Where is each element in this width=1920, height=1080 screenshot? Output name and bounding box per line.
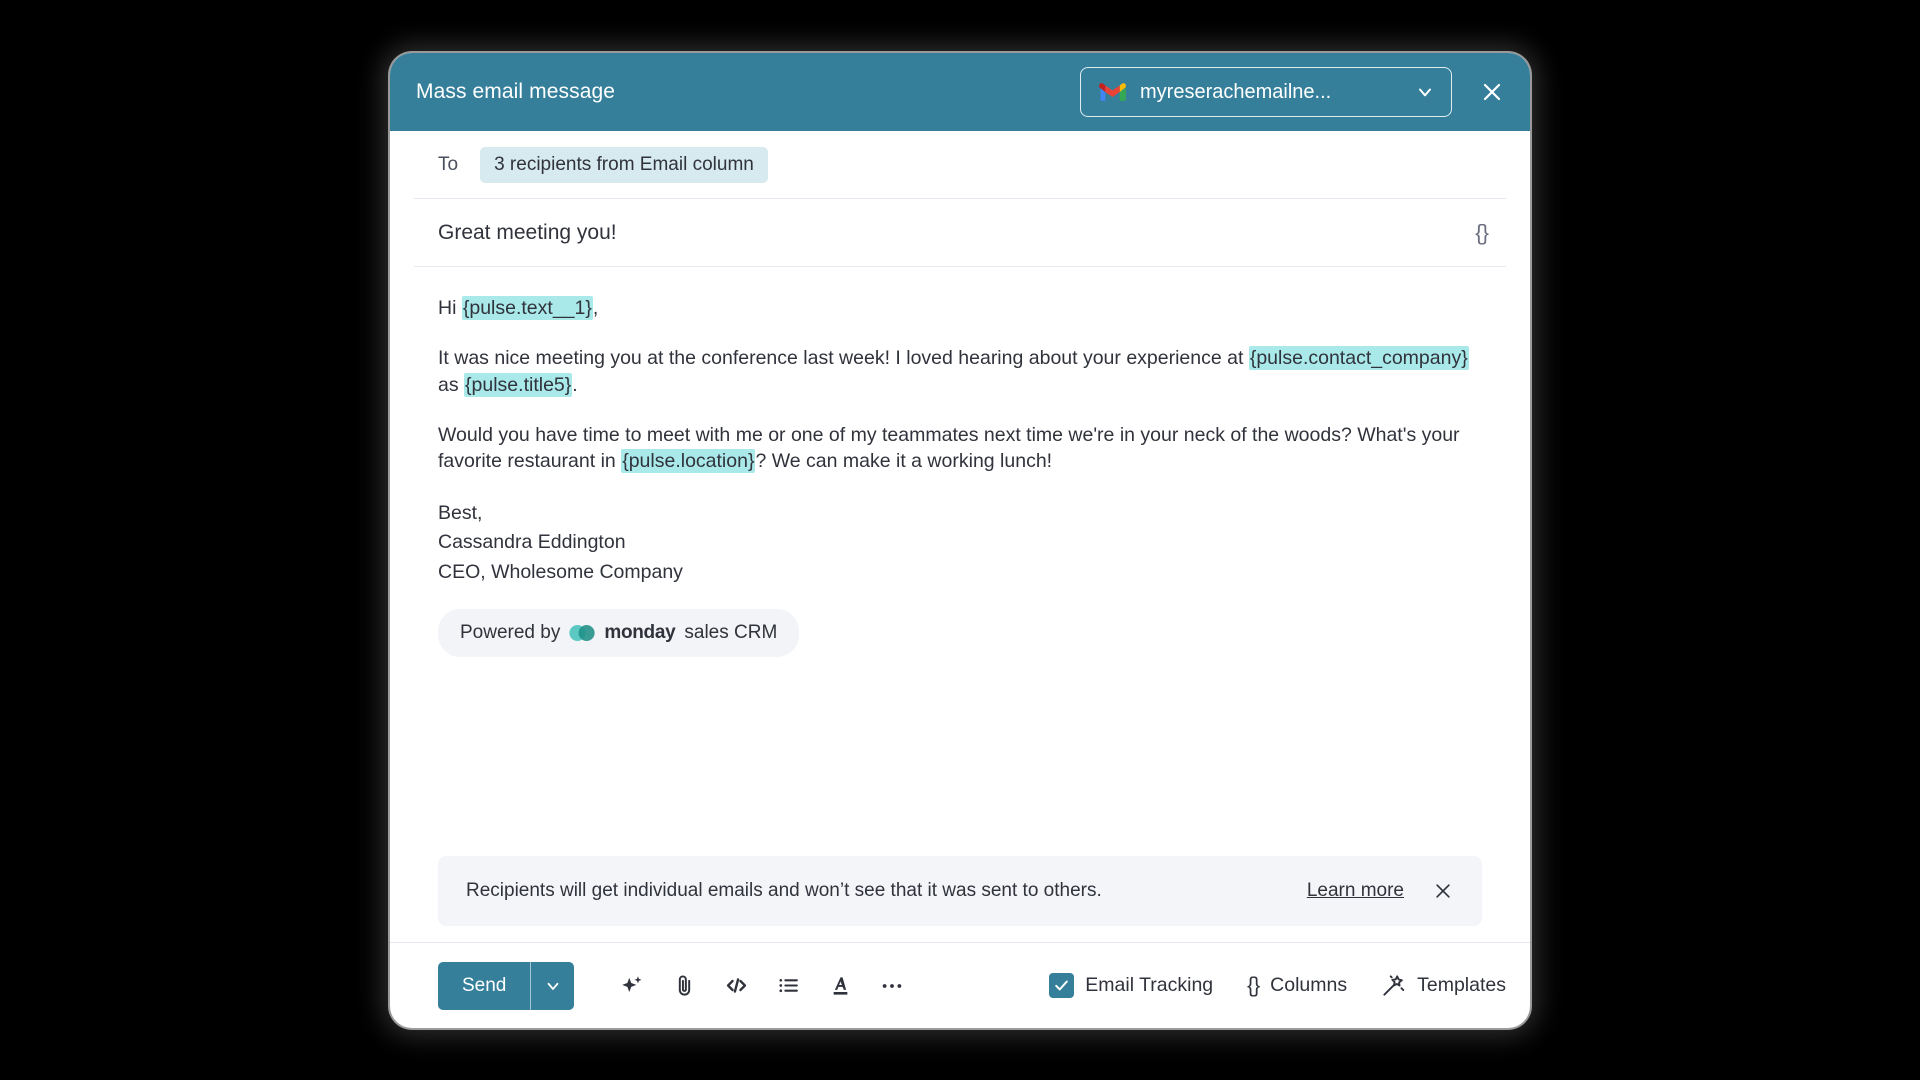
to-label: To [438, 154, 458, 176]
ai-sparkle-icon[interactable] [606, 960, 658, 1012]
notice-text: Recipients will get individual emails an… [466, 880, 1283, 902]
individual-emails-notice: Recipients will get individual emails an… [438, 856, 1482, 926]
account-name: myreserachemailne... [1140, 81, 1401, 104]
merge-placeholder-company[interactable]: {pulse.contact_company} [1249, 346, 1469, 370]
list-glyph [776, 973, 801, 998]
signature-name: Cassandra Eddington [438, 528, 1482, 558]
compose-toolbar: Send [390, 942, 1530, 1028]
subject-merge-tags-icon[interactable]: {} [1465, 216, 1498, 250]
templates-label: Templates [1417, 974, 1506, 997]
attachment-icon[interactable] [658, 960, 710, 1012]
subject-input[interactable]: Great meeting you! [438, 221, 1465, 245]
learn-more-link[interactable]: Learn more [1307, 880, 1404, 902]
to-row: To 3 recipients from Email column [414, 131, 1506, 199]
modal-titlebar: Mass email message myreserachemailne... [390, 53, 1530, 131]
columns-label: Columns [1270, 974, 1347, 997]
email-paragraph-ask: Would you have time to meet with me or o… [438, 422, 1482, 475]
account-selector[interactable]: myreserachemailne... [1080, 67, 1452, 117]
intro-text-2: as [438, 374, 464, 396]
email-tracking-toggle[interactable]: Email Tracking [1049, 973, 1213, 998]
email-body-editor[interactable]: Hi {pulse.text__1}, It was nice meeting … [414, 267, 1506, 856]
columns-button[interactable]: {} Columns [1247, 974, 1347, 998]
checkmark-icon [1053, 977, 1070, 994]
subject-row: Great meeting you! {} [414, 199, 1506, 267]
intro-text-1: It was nice meeting you at the conferenc… [438, 347, 1249, 369]
email-signature: Best, Cassandra Eddington CEO, Wholesome… [438, 499, 1482, 588]
email-paragraph-intro: It was nice meeting you at the conferenc… [438, 345, 1482, 398]
code-glyph [723, 972, 750, 999]
send-options-button[interactable] [530, 962, 574, 1010]
monday-brand: monday [604, 620, 675, 646]
signature-closing: Best, [438, 499, 1482, 529]
notice-container: Recipients will get individual emails an… [390, 856, 1530, 942]
modal-title: Mass email message [416, 80, 615, 104]
email-paragraph-greeting: Hi {pulse.text__1}, [438, 295, 1482, 321]
notice-close-button[interactable] [1428, 876, 1458, 906]
ask-text-2: ? We can make it a working lunch! [755, 450, 1052, 472]
close-icon [1480, 80, 1504, 104]
bullet-list-icon[interactable] [762, 960, 814, 1012]
merge-placeholder-title[interactable]: {pulse.title5} [464, 373, 572, 397]
email-tracking-checkbox[interactable] [1049, 973, 1074, 998]
monday-logo-icon [569, 624, 595, 642]
powered-by-badge[interactable]: Powered by monday sales CRM [438, 609, 799, 657]
powered-by-prefix: Powered by [460, 620, 560, 646]
text-color-icon[interactable] [814, 960, 866, 1012]
intro-text-3: . [572, 374, 577, 396]
code-icon[interactable] [710, 960, 762, 1012]
text-color-glyph [828, 973, 853, 998]
mass-email-modal: Mass email message myreserachemailne... [390, 53, 1530, 1028]
chevron-down-icon [544, 977, 562, 995]
sparkle-glyph [619, 973, 645, 999]
greeting-prefix: Hi [438, 297, 462, 319]
paperclip-glyph [672, 973, 697, 998]
merge-placeholder-location[interactable]: {pulse.location} [621, 449, 755, 473]
chevron-down-icon [1415, 82, 1435, 102]
signature-role: CEO, Wholesome Company [438, 558, 1482, 588]
recipients-chip[interactable]: 3 recipients from Email column [480, 147, 768, 183]
greeting-suffix: , [593, 297, 598, 319]
merge-placeholder-name[interactable]: {pulse.text__1} [462, 296, 593, 320]
templates-button[interactable]: Templates [1381, 973, 1506, 998]
send-button-group: Send [438, 962, 574, 1010]
modal-close-button[interactable] [1472, 72, 1512, 112]
close-icon [1433, 881, 1453, 901]
send-button[interactable]: Send [438, 962, 530, 1010]
powered-by-suffix: sales CRM [684, 620, 777, 646]
screen-background: Mass email message myreserachemailne... [0, 0, 1920, 1080]
columns-braces-icon: {} [1247, 974, 1259, 998]
email-tracking-label: Email Tracking [1085, 974, 1213, 997]
gmail-icon [1099, 82, 1126, 102]
compose-body: To 3 recipients from Email column Great … [390, 131, 1530, 856]
more-options-icon[interactable] [866, 960, 918, 1012]
ellipsis-glyph [879, 973, 905, 999]
magic-wand-icon [1381, 973, 1406, 998]
